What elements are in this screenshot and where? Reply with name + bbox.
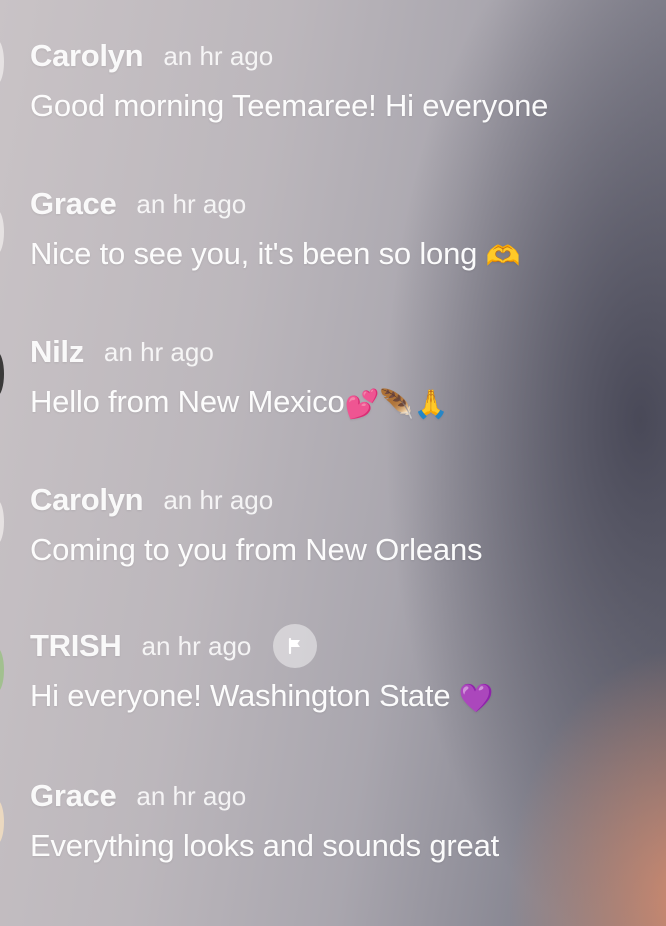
message-text-content: Nice to see you, it's been so long — [30, 236, 486, 271]
message-text: Coming to you from New Orleans — [30, 532, 656, 568]
message-text-content: Everything looks and sounds great — [30, 828, 500, 863]
message-text-content: Hi everyone! Washington State — [30, 678, 459, 713]
message-text: Hi everyone! Washington State 💜 — [30, 678, 656, 714]
message-text-content: Good morning Teemaree! Hi everyone — [30, 88, 549, 123]
message-time: an hr ago — [141, 630, 252, 661]
message-time: an hr ago — [103, 336, 214, 367]
message-header: Carolyn an hr ago — [30, 36, 656, 76]
message-text: Good morning Teemaree! Hi everyone — [30, 88, 656, 124]
heart-hands-emoji: 🫶 — [485, 239, 521, 273]
author-name[interactable]: Grace — [30, 186, 117, 222]
author-name[interactable]: Carolyn — [30, 38, 144, 74]
chat-message: Grace an hr ago Nice to see you, it's be… — [30, 184, 656, 272]
author-name[interactable]: TRISH — [30, 628, 122, 664]
chat-feed: Carolyn an hr ago Good morning Teemaree!… — [0, 0, 666, 926]
chat-message: TRISH an hr ago Hi everyone! Washington … — [30, 624, 656, 714]
message-text: Everything looks and sounds great — [30, 828, 656, 864]
message-time: an hr ago — [163, 484, 274, 515]
message-text: Nice to see you, it's been so long 🫶 — [30, 236, 656, 272]
message-header: Grace an hr ago — [30, 776, 656, 816]
chat-message: Grace an hr ago Everything looks and sou… — [30, 776, 656, 864]
chat-message: Carolyn an hr ago Good morning Teemaree!… — [30, 36, 656, 124]
message-text-content: Coming to you from New Orleans — [30, 532, 483, 567]
flag-icon — [289, 637, 301, 655]
message-header: Carolyn an hr ago — [30, 480, 656, 520]
author-name[interactable]: Nilz — [30, 334, 84, 370]
feather-emoji: 🪶 — [379, 387, 414, 421]
flag-button[interactable] — [273, 624, 318, 668]
chat-message: Carolyn an hr ago Coming to you from New… — [30, 480, 656, 568]
message-time: an hr ago — [163, 40, 274, 71]
two-hearts-emoji: 💕 — [344, 387, 380, 421]
purple-heart-emoji: 💜 — [458, 681, 494, 715]
folded-hands-emoji: 🙏 — [413, 387, 449, 421]
chat-message: Nilz an hr ago Hello from New Mexico💕🪶🙏 — [30, 332, 656, 420]
author-name[interactable]: Carolyn — [30, 482, 144, 518]
message-time: an hr ago — [136, 780, 247, 811]
message-header: Nilz an hr ago — [30, 332, 656, 372]
message-time: an hr ago — [136, 188, 247, 219]
message-text-content: Hello from New Mexico — [30, 384, 345, 419]
message-header: Grace an hr ago — [30, 184, 656, 224]
message-text: Hello from New Mexico💕🪶🙏 — [30, 384, 656, 420]
message-header: TRISH an hr ago — [30, 624, 656, 668]
author-name[interactable]: Grace — [30, 778, 117, 814]
